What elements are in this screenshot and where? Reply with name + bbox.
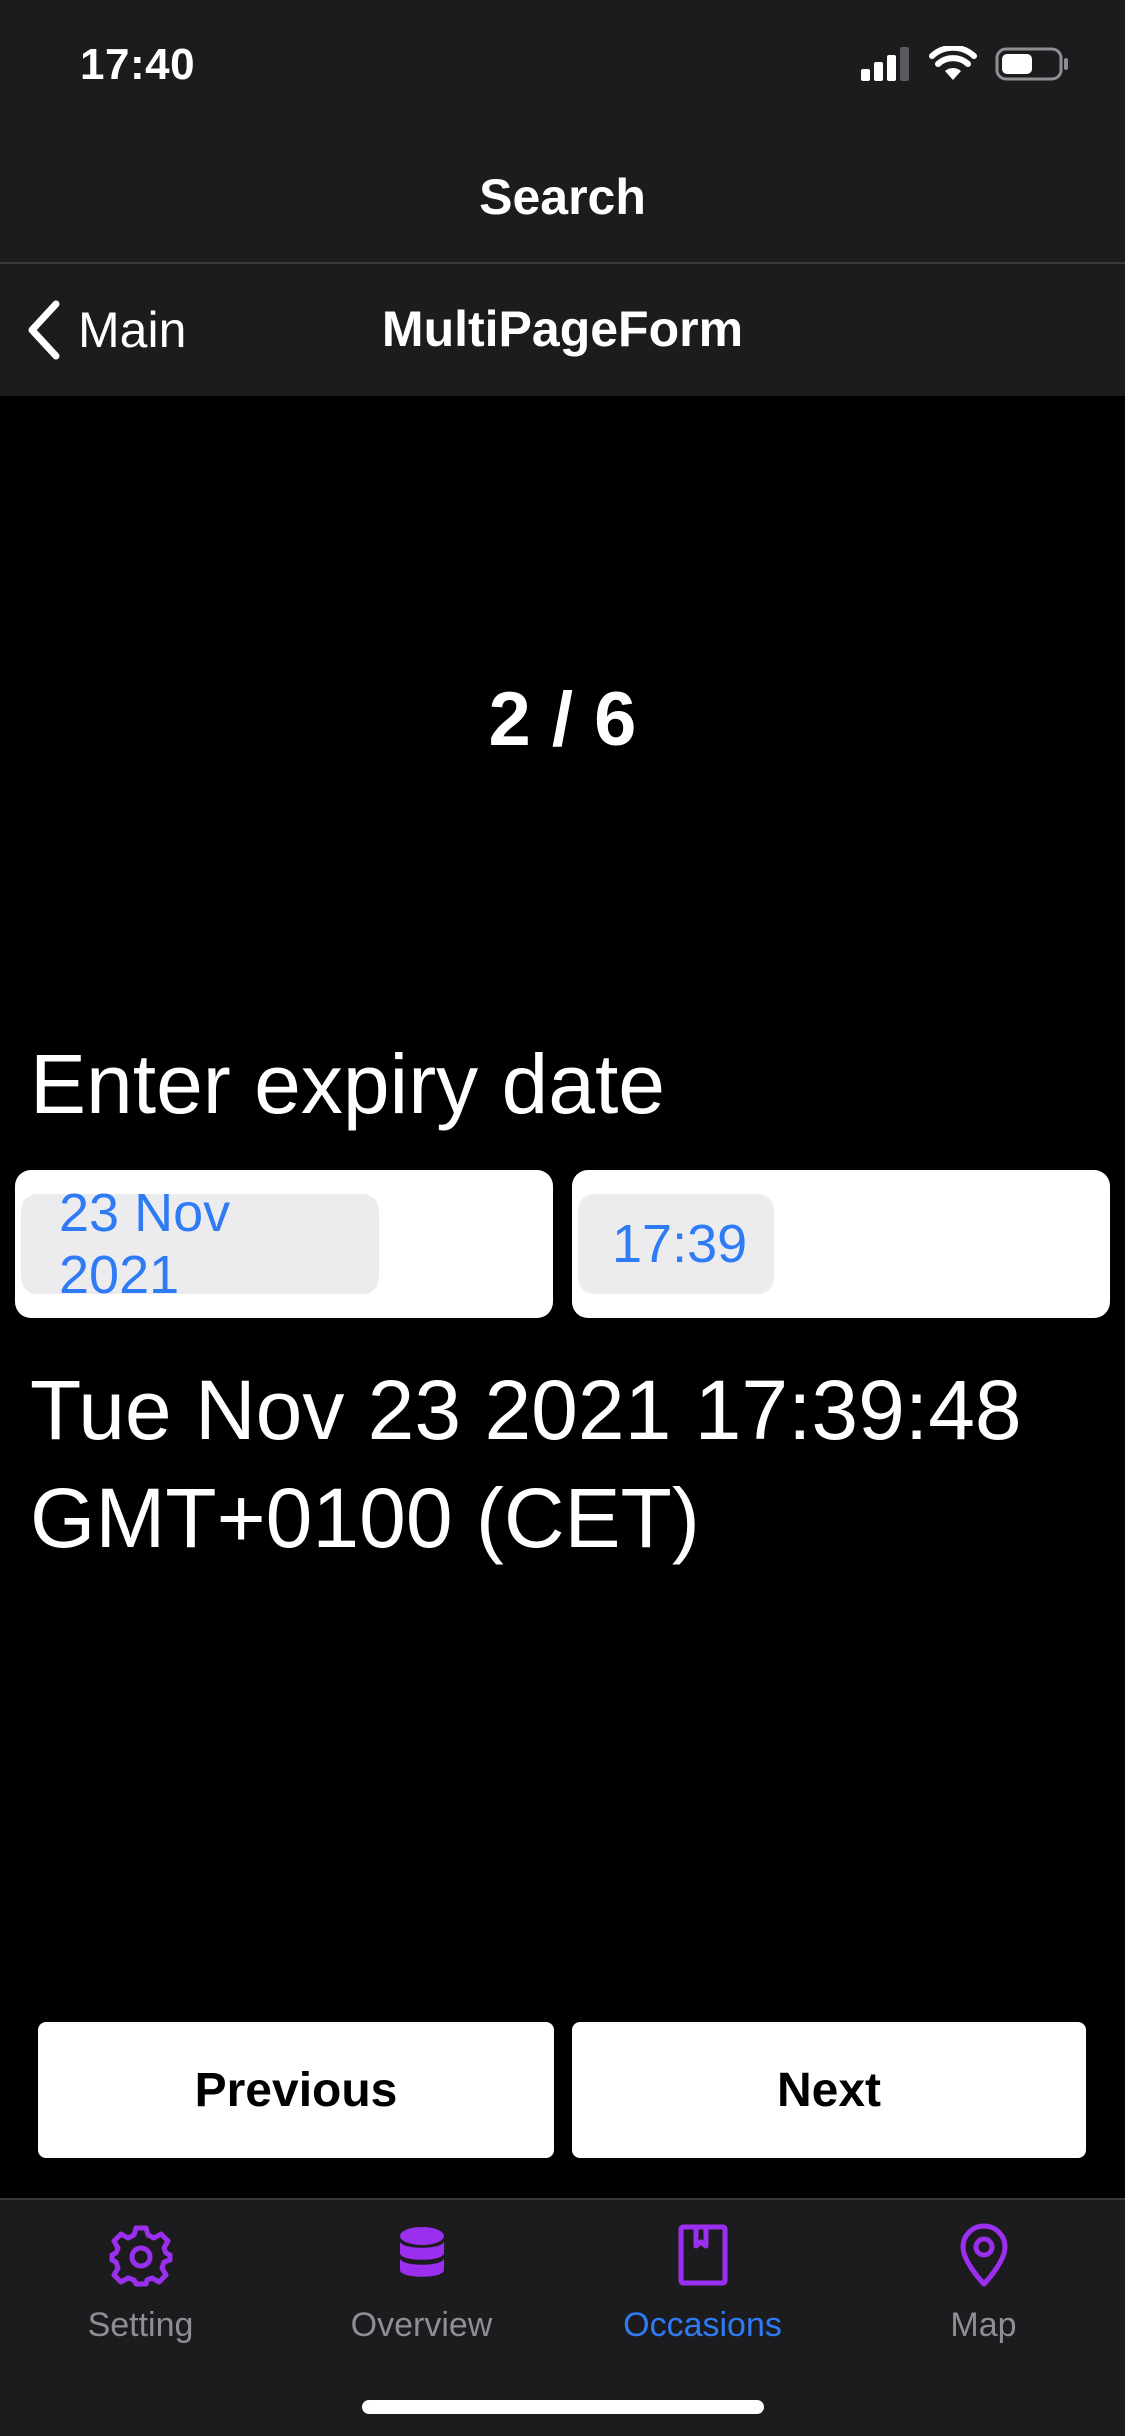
tab-label-overview: Overview: [350, 2306, 493, 2344]
date-picker-value[interactable]: 23 Nov 2021: [21, 1183, 379, 1305]
wifi-icon: [929, 46, 977, 80]
map-pin-icon: [960, 2223, 1007, 2287]
tab-overview[interactable]: Overview: [281, 2222, 562, 2372]
time-picker[interactable]: 17:39: [572, 1170, 1110, 1318]
gear-icon: [109, 2225, 172, 2287]
top-header: Search: [0, 132, 1125, 264]
previous-button[interactable]: Previous: [38, 2022, 554, 2158]
battery-icon: [995, 47, 1068, 81]
status-bar: 17:40: [0, 0, 1125, 132]
nav-title: MultiPageForm: [381, 301, 744, 357]
database-icon: [399, 2227, 444, 2277]
status-icons: [861, 46, 1069, 82]
page-indicator: 2 / 6: [488, 677, 637, 762]
selected-datetime-text: Tue Nov 23 2021 17:39:48 GMT+0100 (CET): [30, 1363, 1022, 1565]
field-label: Enter expiry date: [30, 1037, 666, 1131]
home-indicator: [362, 2400, 764, 2414]
tab-label-map: Map: [950, 2306, 1017, 2344]
next-button[interactable]: Next: [572, 2022, 1086, 2158]
tab-occasions[interactable]: Occasions: [562, 2222, 843, 2372]
cellular-signal-icon: [861, 47, 909, 81]
tab-label-occasions: Occasions: [623, 2306, 782, 2344]
status-time: 17:40: [80, 40, 196, 89]
tab-map[interactable]: Map: [843, 2222, 1124, 2372]
bookmark-book-icon: [678, 2224, 727, 2286]
tab-label-setting: Setting: [87, 2306, 194, 2344]
tab-setting[interactable]: Setting: [0, 2222, 281, 2372]
header-title: Search: [479, 169, 646, 225]
time-picker-value[interactable]: 17:39: [578, 1194, 774, 1294]
date-picker[interactable]: 23 Nov 2021: [15, 1170, 553, 1318]
form-content: 2 / 6 Enter expiry date 23 Nov 2021 17:3…: [0, 396, 1125, 2198]
nav-bar: Main MultiPageForm: [0, 264, 1125, 396]
